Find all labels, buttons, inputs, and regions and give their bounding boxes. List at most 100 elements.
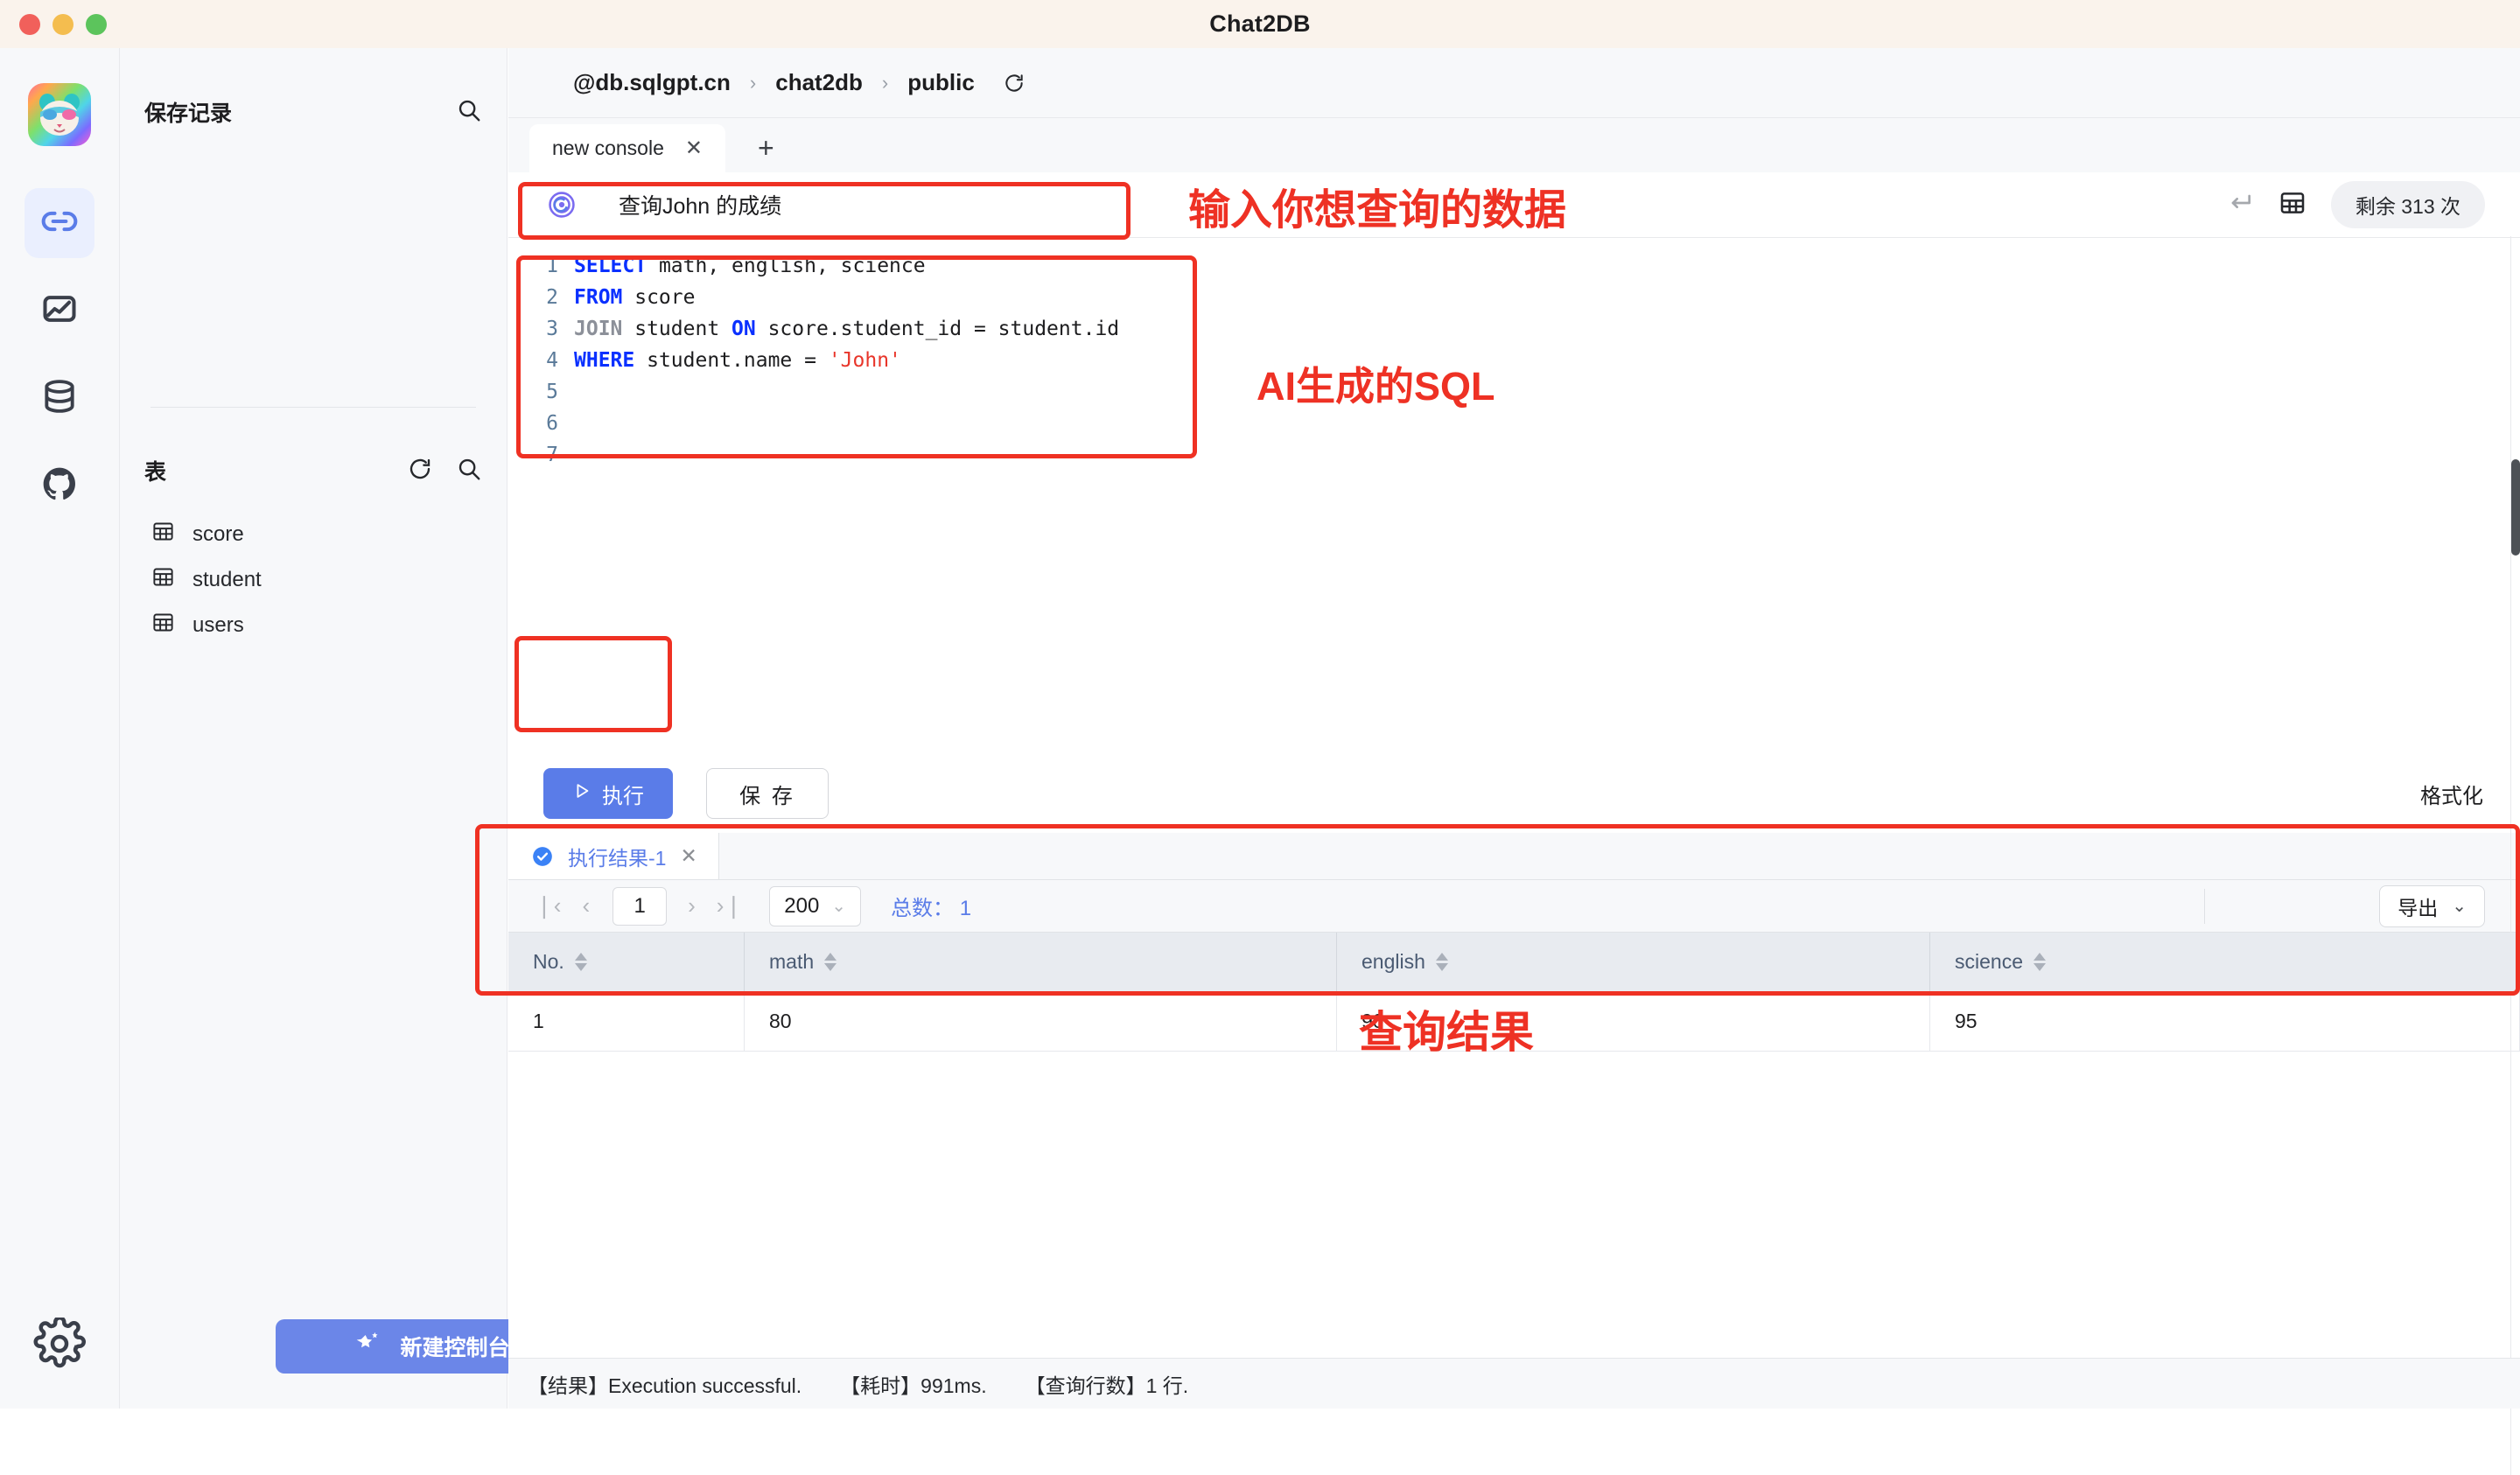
status-elapsed: 【耗时】991ms.	[840, 1369, 986, 1399]
list-item[interactable]: student	[144, 557, 489, 603]
annotation-query-result: 查询结果	[1359, 997, 1534, 1060]
page-number-input[interactable]: 1	[612, 887, 667, 926]
vertical-scrollbar-thumb[interactable]	[2511, 459, 2520, 556]
app-title: Chat2DB	[0, 10, 2520, 38]
line-number: 2	[508, 286, 574, 309]
column-label: science	[1955, 950, 2023, 974]
tab-new-console[interactable]: new console ✕	[529, 124, 725, 172]
breadcrumb-separator: ›	[882, 72, 888, 94]
list-item[interactable]: users	[144, 603, 489, 648]
breadcrumb-item-database[interactable]: chat2db	[775, 69, 863, 96]
code-line: 6	[508, 408, 2520, 439]
github-icon	[40, 465, 79, 507]
code-line: 5	[508, 376, 2520, 408]
settings-button[interactable]	[33, 1318, 86, 1370]
line-number: 3	[508, 318, 574, 340]
sort-toggle-icon[interactable]	[1436, 953, 1448, 971]
table-icon	[151, 611, 175, 640]
search-icon[interactable]	[456, 456, 482, 486]
sidebar-item-github[interactable]	[24, 451, 94, 521]
last-page-button[interactable]: ›❘	[717, 892, 743, 919]
editor-action-bar: 执行 保 存 格式化	[508, 754, 2520, 833]
status-bar: 【结果】Execution successful. 【耗时】991ms. 【查询…	[508, 1358, 2520, 1409]
refresh-icon[interactable]	[1003, 72, 1026, 94]
workspace: new console ✕ +	[508, 118, 2520, 1409]
dashboard-icon	[40, 290, 79, 332]
export-button[interactable]: 导出 ⌄	[2379, 885, 2485, 927]
plus-icon[interactable]: +	[758, 134, 774, 162]
check-circle-icon	[531, 845, 554, 868]
page-size-select[interactable]: 200 ⌄	[769, 886, 861, 926]
table-icon[interactable]	[2278, 189, 2306, 221]
icon-rail	[0, 48, 120, 1409]
search-icon[interactable]	[456, 97, 482, 128]
panel-divider	[150, 407, 476, 408]
close-icon[interactable]: ✕	[685, 136, 703, 161]
table-list: score student users	[144, 512, 489, 648]
star-magic-icon	[354, 1330, 382, 1364]
left-panel: 保存记录 表	[120, 48, 508, 1409]
tables-title: 表	[144, 455, 166, 486]
annotation-ai-sql: AI生成的SQL	[1256, 354, 1495, 411]
sql-editor[interactable]: 1 SELECT math, english, science 2 FROM s…	[508, 238, 2520, 754]
cell-no[interactable]: 1	[508, 992, 745, 1052]
column-header-science[interactable]: science	[1930, 933, 2520, 992]
page-size-value: 200	[784, 894, 819, 919]
sidebar-item-dashboard[interactable]	[24, 276, 94, 346]
cell-science[interactable]: 95	[1930, 992, 2520, 1052]
sidebar-item-connections[interactable]	[24, 188, 94, 258]
status-rows: 【查询行数】1 行.	[1026, 1369, 1189, 1399]
line-number: 6	[508, 412, 574, 435]
code-content: WHERE student.name = 'John'	[574, 349, 901, 372]
format-button[interactable]: 格式化	[2420, 779, 2483, 809]
next-page-button[interactable]: ›	[688, 892, 696, 919]
column-header-english[interactable]: english	[1337, 933, 1930, 992]
sort-toggle-icon[interactable]	[2034, 953, 2046, 971]
connection-icon	[40, 202, 79, 245]
code-content: SELECT math, english, science	[574, 255, 926, 277]
status-result: 【结果】Execution successful.	[528, 1369, 802, 1399]
sort-toggle-icon[interactable]	[824, 953, 836, 971]
code-line: 2 FROM score	[508, 282, 2520, 313]
tables-header: 表	[144, 455, 482, 486]
breadcrumb-separator: ›	[750, 72, 756, 94]
breadcrumb-item-schema[interactable]: public	[907, 69, 975, 96]
code-content: FROM score	[574, 286, 695, 309]
sidebar-item-database[interactable]	[24, 363, 94, 433]
execute-label: 执行	[602, 779, 644, 809]
column-label: english	[1362, 950, 1425, 974]
list-item[interactable]: score	[144, 512, 489, 557]
enter-return-icon[interactable]	[2226, 189, 2254, 221]
column-header-math[interactable]: math	[745, 933, 1337, 992]
line-number: 5	[508, 381, 574, 403]
tab-execution-result-1[interactable]: 执行结果-1 ✕	[508, 833, 719, 879]
column-label: math	[769, 950, 814, 974]
export-label: 导出	[2398, 891, 2438, 921]
play-icon	[572, 781, 592, 807]
breadcrumb: @db.sqlgpt.cn › chat2db › public	[508, 48, 2520, 118]
execute-button[interactable]: 执行	[543, 768, 673, 819]
first-page-button[interactable]: ❘‹	[535, 892, 561, 919]
saved-records-header: 保存记录	[144, 96, 482, 128]
database-icon	[40, 377, 79, 420]
line-number: 7	[508, 444, 574, 466]
tab-label: new console	[552, 136, 664, 160]
breadcrumb-item-host[interactable]: @db.sqlgpt.cn	[573, 69, 731, 96]
cell-math[interactable]: 80	[745, 992, 1337, 1052]
column-label: No.	[533, 950, 564, 974]
app-logo	[28, 83, 91, 146]
gear-icon	[33, 1359, 86, 1374]
column-header-no[interactable]: No.	[508, 933, 745, 992]
table-icon	[151, 565, 175, 595]
code-line: 1 SELECT math, english, science	[508, 250, 2520, 282]
refresh-icon[interactable]	[407, 456, 433, 486]
new-console-label: 新建控制台	[400, 1331, 509, 1362]
sort-toggle-icon[interactable]	[575, 953, 587, 971]
table-name: users	[192, 613, 244, 638]
save-button[interactable]: 保 存	[706, 768, 829, 819]
close-icon[interactable]: ✕	[680, 844, 696, 868]
window-titlebar: Chat2DB	[0, 0, 2520, 48]
chevron-down-icon: ⌄	[2452, 895, 2467, 917]
table-icon	[151, 520, 175, 549]
prev-page-button[interactable]: ‹	[582, 892, 590, 919]
